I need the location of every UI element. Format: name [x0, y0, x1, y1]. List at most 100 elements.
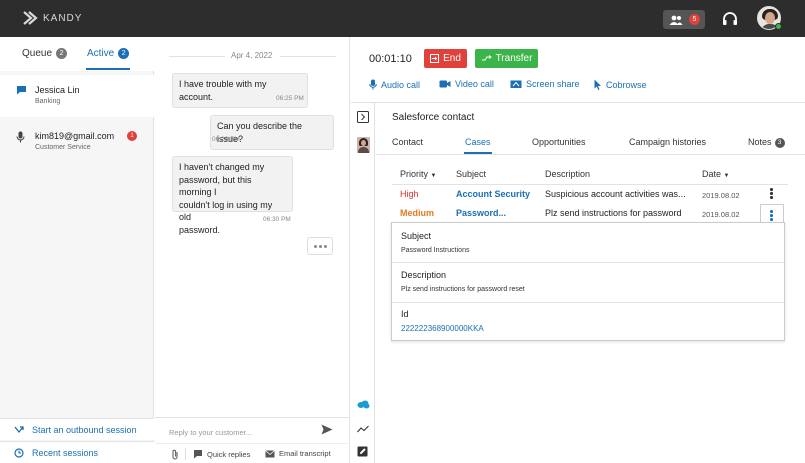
column-date-label: Date [702, 169, 722, 179]
divider [351, 102, 805, 103]
session-name: kim819@gmail.com [35, 131, 115, 141]
quick-replies-label: Quick replies [207, 449, 251, 459]
session-queue: Banking [35, 98, 61, 105]
case-priority: Medium [400, 208, 435, 218]
salesforce-button[interactable] [357, 400, 370, 411]
end-call-button[interactable]: End [424, 49, 467, 68]
case-date: 2019.08.02 [702, 210, 740, 219]
contact-photo[interactable] [357, 137, 370, 153]
case-subject-link[interactable]: Account Security [456, 189, 530, 199]
recent-sessions-link[interactable]: Recent sessions [0, 441, 154, 463]
session-tabs: Queue 2 Active 2 [0, 37, 154, 71]
video-call-button[interactable]: Video call [439, 79, 494, 89]
start-outbound-session-link[interactable]: Start an outbound session [0, 418, 154, 440]
chat-panel: Apr 4, 2022 I have trouble with my accou… [155, 37, 350, 463]
screen-share-label: Screen share [526, 79, 580, 89]
sort-caret-icon: ▼ [723, 173, 730, 179]
tab-queue[interactable]: Queue 2 [22, 48, 68, 59]
row-menu-icon[interactable] [770, 210, 773, 221]
screen-share-button[interactable]: Screen share [510, 79, 580, 89]
exit-icon [430, 54, 440, 63]
detail-subject-label: Subject [401, 231, 432, 241]
email-transcript-button[interactable]: Email transcript [265, 449, 331, 458]
detail-description-label: Description [401, 270, 447, 280]
audio-call-label: Audio call [381, 79, 421, 90]
detail-id-section: Id 222222368900000KKA [392, 303, 784, 340]
cursor-icon [594, 79, 601, 90]
detail-description-value: Plz send instructions for password reset [401, 286, 525, 293]
tab-notes[interactable]: Notes 3 [748, 137, 785, 148]
column-priority[interactable]: Priority ▼ [400, 169, 436, 179]
tab-active[interactable]: Active 2 [87, 48, 130, 59]
message-timestamp: 06:30 PM [263, 216, 291, 223]
end-call-label: End [443, 53, 461, 64]
sessions-panel: Queue 2 Active 2 Jessica Lin Banking kim… [0, 37, 154, 463]
integration-rail [351, 103, 375, 463]
case-priority: High [400, 189, 419, 199]
start-outbound-session-label: Start an outbound session [32, 424, 137, 435]
row-menu-icon[interactable] [770, 188, 773, 199]
quick-replies-button[interactable]: Quick replies [193, 449, 250, 459]
tab-cases[interactable]: Cases [465, 137, 491, 147]
session-name: Jessica Lin [35, 85, 80, 95]
chat-icon [17, 86, 26, 95]
reply-input[interactable] [169, 425, 319, 439]
email-icon [265, 449, 275, 457]
analytics-button[interactable] [357, 425, 369, 435]
tab-queue-label: Queue [22, 48, 53, 59]
customer-message: I haven't changed my password, but this … [172, 156, 293, 235]
detail-subject-value: Password Instructions [401, 247, 470, 254]
message-line: I haven't changed my [179, 162, 265, 172]
brand-name: KANDY [43, 12, 83, 24]
screen-share-icon [510, 80, 522, 88]
agent-message: Can you describe the issue? [210, 115, 334, 150]
presence-indicator [775, 23, 782, 30]
active-tab-indicator [86, 68, 130, 70]
case-subject-link[interactable]: Password... [456, 208, 506, 218]
team-button[interactable]: 5 [663, 10, 705, 29]
unread-badge: 1 [127, 131, 137, 141]
case-detail-card: Subject Password Instructions Descriptio… [391, 222, 785, 341]
clock-icon [14, 447, 24, 458]
detail-id-link[interactable]: 222222368900000KKA [401, 324, 484, 333]
tabs-divider [376, 154, 805, 155]
cobrowse-button[interactable]: Cobrowse [594, 79, 647, 90]
recent-sessions-label: Recent sessions [32, 447, 99, 458]
session-item-jessica[interactable]: Jessica Lin Banking [0, 75, 154, 117]
message-line: password, but this morning I [179, 174, 252, 198]
trend-line-icon [357, 425, 369, 433]
headset-button[interactable] [721, 10, 739, 30]
tab-campaign-histories[interactable]: Campaign histories [629, 137, 706, 147]
salesforce-icon [357, 400, 370, 409]
column-date[interactable]: Date ▼ [702, 169, 729, 179]
top-bar: KANDY 5 [0, 0, 805, 37]
outbound-arrow-icon [14, 425, 24, 433]
notes-button[interactable] [357, 446, 368, 459]
audio-call-button[interactable]: Audio call [369, 79, 420, 90]
typing-indicator [307, 237, 333, 255]
transfer-button[interactable]: Transfer [475, 49, 538, 68]
column-description: Description [545, 169, 591, 179]
message-line: password. [179, 224, 221, 235]
attachment-icon[interactable] [171, 449, 179, 460]
collapse-panel-button[interactable] [357, 111, 369, 125]
reply-composer: Quick replies Email transcript [155, 417, 350, 463]
send-icon[interactable] [321, 424, 333, 435]
team-icon [669, 15, 683, 25]
tab-opportunities[interactable]: Opportunities [532, 137, 586, 147]
team-count-badge: 5 [689, 14, 700, 25]
kandy-logo: KANDY [22, 10, 82, 26]
column-subject: Subject [456, 169, 487, 179]
session-queue: Customer Service [35, 144, 91, 151]
kandy-logo-icon [23, 11, 38, 25]
headset-icon [723, 12, 737, 25]
queue-count-badge: 2 [56, 48, 68, 59]
case-date: 2019.08.02 [702, 191, 740, 200]
active-count-badge: 2 [118, 48, 130, 59]
transfer-icon [481, 54, 492, 60]
tab-active-label: Active [87, 48, 115, 59]
tab-contact[interactable]: Contact [392, 137, 423, 147]
quick-replies-icon [194, 450, 202, 459]
session-item-kim[interactable]: kim819@gmail.com Customer Service 1 [0, 121, 154, 163]
chat-date: Apr 4, 2022 [231, 51, 273, 60]
